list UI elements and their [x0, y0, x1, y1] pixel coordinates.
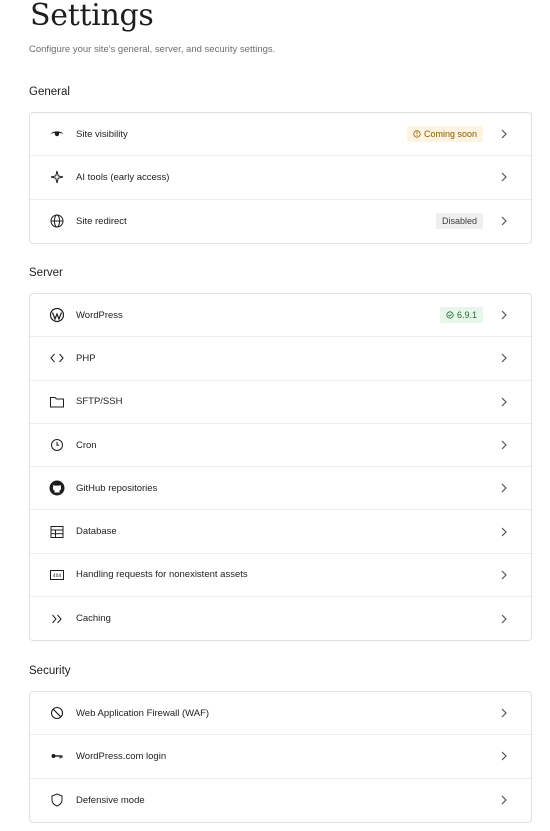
- wordpress-icon: [49, 307, 65, 323]
- settings-row-php[interactable]: PHP: [30, 337, 531, 381]
- settings-row-label: Cron: [76, 439, 97, 451]
- settings-row-sftp-ssh[interactable]: SFTP/SSH: [30, 381, 531, 424]
- double-chevron-icon: [49, 611, 65, 627]
- table-icon: [49, 524, 65, 540]
- settings-row-label: Handling requests for nonexistent assets: [76, 569, 248, 581]
- settings-row-label: AI tools (early access): [76, 171, 170, 183]
- block-icon: [49, 705, 65, 721]
- section-title-server: Server: [29, 267, 63, 279]
- version-badge: 6.9.1: [439, 307, 483, 324]
- status-badge: Disabled: [435, 213, 483, 230]
- status-badge: Coming soon: [406, 126, 483, 143]
- settings-row-nonexistent-assets[interactable]: 404 Handling requests for nonexistent as…: [30, 554, 531, 598]
- code-icon: [49, 350, 65, 366]
- sparkle-icon: [49, 169, 65, 185]
- section-title-security: Security: [29, 665, 71, 677]
- settings-row-label: Database: [76, 526, 117, 538]
- settings-row-site-visibility[interactable]: Site visibility Coming soon: [30, 113, 531, 157]
- chevron-right-icon: [499, 614, 509, 624]
- settings-row-site-redirect[interactable]: Site redirect Disabled: [30, 200, 531, 243]
- settings-row-github[interactable]: GitHub repositories: [30, 467, 531, 511]
- settings-row-ai-tools[interactable]: AI tools (early access): [30, 156, 531, 200]
- general-settings-card: Site visibility Coming soon AI tools (ea…: [29, 112, 532, 244]
- settings-row-database[interactable]: Database: [30, 510, 531, 554]
- settings-row-caching[interactable]: Caching: [30, 597, 531, 640]
- clock-icon: [49, 437, 65, 453]
- settings-row-label: Web Application Firewall (WAF): [76, 707, 210, 719]
- key-icon: [49, 748, 65, 764]
- badge-text: Coming soon: [423, 129, 477, 140]
- chevron-right-icon: [499, 172, 509, 182]
- settings-row-cron[interactable]: Cron: [30, 424, 531, 468]
- check-circle-icon: [446, 311, 454, 319]
- page-title: Settings: [30, 0, 154, 33]
- settings-row-label: SFTP/SSH: [76, 396, 123, 408]
- eye-icon: [49, 126, 65, 142]
- chevron-right-icon: [499, 483, 509, 493]
- chevron-right-icon: [499, 397, 509, 407]
- settings-row-defensive-mode[interactable]: Defensive mode: [30, 779, 531, 822]
- server-settings-card: WordPress 6.9.1 PHP SFTP/SSH Cron GitHub…: [29, 293, 532, 642]
- settings-row-label: GitHub repositories: [76, 482, 158, 494]
- settings-row-waf[interactable]: Web Application Firewall (WAF): [30, 692, 531, 736]
- globe-icon: [49, 213, 65, 229]
- chevron-right-icon: [499, 570, 509, 580]
- settings-row-wordpress[interactable]: WordPress 6.9.1: [30, 294, 531, 338]
- chevron-right-icon: [499, 751, 509, 761]
- security-settings-card: Web Application Firewall (WAF) WordPress…: [29, 691, 532, 823]
- info-icon: [413, 130, 421, 138]
- folder-icon: [49, 394, 65, 410]
- chevron-right-icon: [499, 216, 509, 226]
- chevron-right-icon: [499, 129, 509, 139]
- chevron-right-icon: [499, 353, 509, 363]
- settings-row-label: Caching: [76, 613, 111, 625]
- settings-row-label: PHP: [76, 352, 96, 364]
- chevron-right-icon: [499, 440, 509, 450]
- settings-row-label: Defensive mode: [76, 794, 145, 806]
- chevron-right-icon: [499, 708, 509, 718]
- settings-row-label: WordPress.com login: [76, 750, 167, 762]
- github-icon: [49, 480, 65, 496]
- settings-row-label: WordPress: [76, 309, 123, 321]
- chevron-right-icon: [499, 310, 509, 320]
- settings-row-label: Site visibility: [76, 128, 128, 140]
- shield-icon: [49, 792, 65, 808]
- page-subtitle: Configure your site's general, server, a…: [29, 44, 276, 55]
- badge-text: Disabled: [441, 216, 477, 227]
- section-title-general: General: [29, 86, 70, 98]
- svg-text:404: 404: [53, 573, 62, 579]
- badge-text: 6.9.1: [456, 310, 477, 321]
- chevron-right-icon: [499, 527, 509, 537]
- settings-row-wpcom-login[interactable]: WordPress.com login: [30, 735, 531, 779]
- chevron-right-icon: [499, 795, 509, 805]
- settings-row-label: Site redirect: [76, 215, 127, 227]
- 404-icon: 404: [49, 567, 65, 583]
